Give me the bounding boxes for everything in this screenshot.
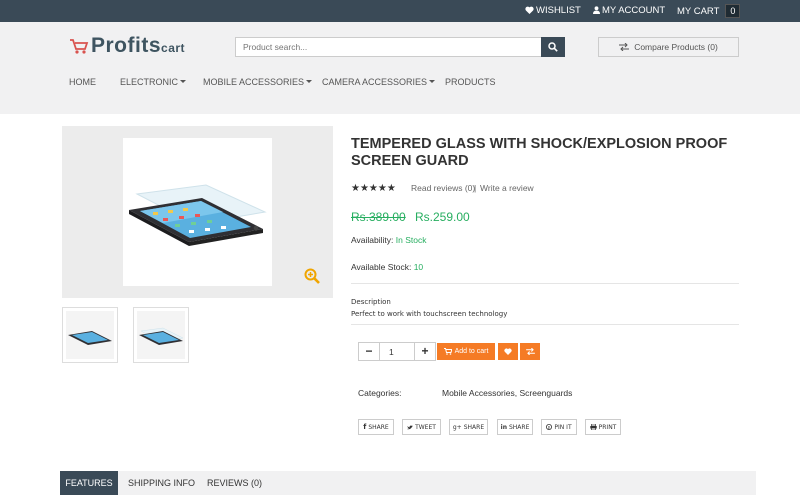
nav-mobile-accessories-label: MOBILE ACCESSORIES [203,77,305,87]
my-cart-link[interactable]: MY CART 0 [677,4,741,18]
my-account-label: MY ACCOUNT [602,5,666,16]
main-nav: HOME ELECTRONIC MOBILE ACCESSORIES CAMER… [0,77,800,91]
add-to-cart-button[interactable]: Add to cart [437,343,495,360]
categories-value[interactable]: Mobile Accessories, Screenguards [442,388,572,398]
print-icon [589,424,597,430]
svg-text:p: p [548,425,551,430]
linkedin-share-label: SHARE [508,423,530,431]
compare-arrows-icon [525,348,535,355]
cart-count-badge: 0 [725,4,741,18]
chevron-down-icon [180,80,187,83]
nav-home[interactable]: HOME [69,77,96,87]
twitter-share-label: TWEET [415,423,436,431]
nav-products-label: PRODUCTS [445,77,496,87]
phone-thumbnail-image [139,327,184,345]
print-label: PRINT [598,423,617,431]
available-stock: Available Stock: 10 [351,262,423,272]
twitter-icon [407,425,414,429]
product-image-panel [62,126,333,298]
product-thumbnail-1[interactable] [62,307,118,363]
search-icon [548,42,558,52]
nav-home-label: HOME [69,77,96,87]
write-review-link[interactable]: Write a review [480,183,534,193]
pinterest-share-label: PIN IT [554,423,572,431]
tab-shipping-info[interactable]: SHIPPING INFO [128,471,195,495]
zoom-icon[interactable] [304,268,320,284]
linkedin-icon: in [500,423,507,431]
availability: Availability: In Stock [351,235,426,245]
logo-main-text: Profits [91,34,162,57]
divider [351,283,739,284]
linkedin-share-button[interactable]: in SHARE [497,419,533,435]
categories-label: Categories: [358,388,402,398]
logo-sub-text: cart [161,41,186,55]
nav-electronic[interactable]: ELECTRONIC [120,77,187,87]
old-price: Rs.389.00 [351,210,406,224]
heart-icon [504,348,512,355]
phone-thumbnail-image [68,331,112,345]
new-price: Rs.259.00 [415,210,470,224]
reviews-separator: | [474,183,477,193]
stock-value: 10 [413,262,424,272]
compare-arrows-icon [619,43,630,51]
my-account-link[interactable]: MY ACCOUNT [593,5,665,16]
add-to-compare-button[interactable] [520,343,540,360]
pinterest-icon: p [546,424,553,430]
search-bar [235,37,565,57]
nav-electronic-label: ELECTRONIC [120,77,179,87]
product-main-image[interactable] [123,138,272,286]
shopping-cart-icon [70,39,89,54]
wishlist-link[interactable]: WISHLIST [525,5,581,16]
quantity-input[interactable] [380,342,414,361]
facebook-share-label: SHARE [368,423,389,431]
user-icon [593,6,600,14]
quantity-minus-button[interactable]: − [358,342,380,361]
chevron-down-icon [306,80,313,83]
my-cart-label: MY CART [677,6,720,17]
phone-image [129,184,267,246]
tab-reviews-label: REVIEWS (0) [207,478,263,488]
twitter-share-button[interactable]: TWEET [402,419,441,435]
quantity-plus-button[interactable]: + [414,342,436,361]
add-to-cart-label: Add to cart [454,348,489,355]
google-plus-share-label: SHARE [463,423,485,431]
divider [351,324,739,325]
description-label: Description [351,298,391,306]
tab-reviews[interactable]: REVIEWS (0) [207,471,262,495]
description-text: Perfect to work with touchscreen technol… [351,310,508,318]
rating-stars: ★★★★★ [351,183,396,194]
google-plus-share-button[interactable]: g+ SHARE [449,419,488,435]
nav-camera-accessories[interactable]: CAMERA ACCESSORIES [322,77,436,87]
tab-features-label: FEATURES [65,478,113,488]
top-bar: WISHLIST MY ACCOUNT MY CART 0 [0,0,800,22]
availability-label: Availability: [351,235,394,245]
add-to-wishlist-button[interactable] [498,343,518,360]
tab-shipping-info-label: SHIPPING INFO [128,478,196,488]
nav-mobile-accessories[interactable]: MOBILE ACCESSORIES [203,77,313,87]
nav-products[interactable]: PRODUCTS [445,77,496,87]
wishlist-label: WISHLIST [536,5,581,16]
product-title: TEMPERED GLASS WITH SHOCK/EXPLOSION PROO… [351,136,728,169]
compare-products-button[interactable]: Compare Products (0) [598,37,739,57]
tab-features[interactable]: FEATURES [60,471,118,495]
pinterest-share-button[interactable]: p PIN IT [541,419,577,435]
stock-label: Available Stock: [351,262,412,272]
compare-products-label: Compare Products (0) [634,42,718,52]
chevron-down-icon [429,80,436,83]
search-button[interactable] [541,37,565,57]
search-input[interactable] [235,37,542,57]
shopping-cart-icon [443,348,452,355]
product-thumbnail-2[interactable] [133,307,189,363]
facebook-share-button[interactable]: f SHARE [358,419,394,435]
header: Profitscart Compare Products (0) HOME EL… [0,22,800,114]
read-reviews-link[interactable]: Read reviews (0) [411,183,475,193]
heart-icon [525,6,534,14]
print-button[interactable]: PRINT [585,419,621,435]
google-plus-icon: g+ [452,423,462,431]
nav-camera-accessories-label: CAMERA ACCESSORIES [322,77,428,87]
availability-value: In Stock [395,235,427,245]
facebook-icon: f [363,423,367,431]
